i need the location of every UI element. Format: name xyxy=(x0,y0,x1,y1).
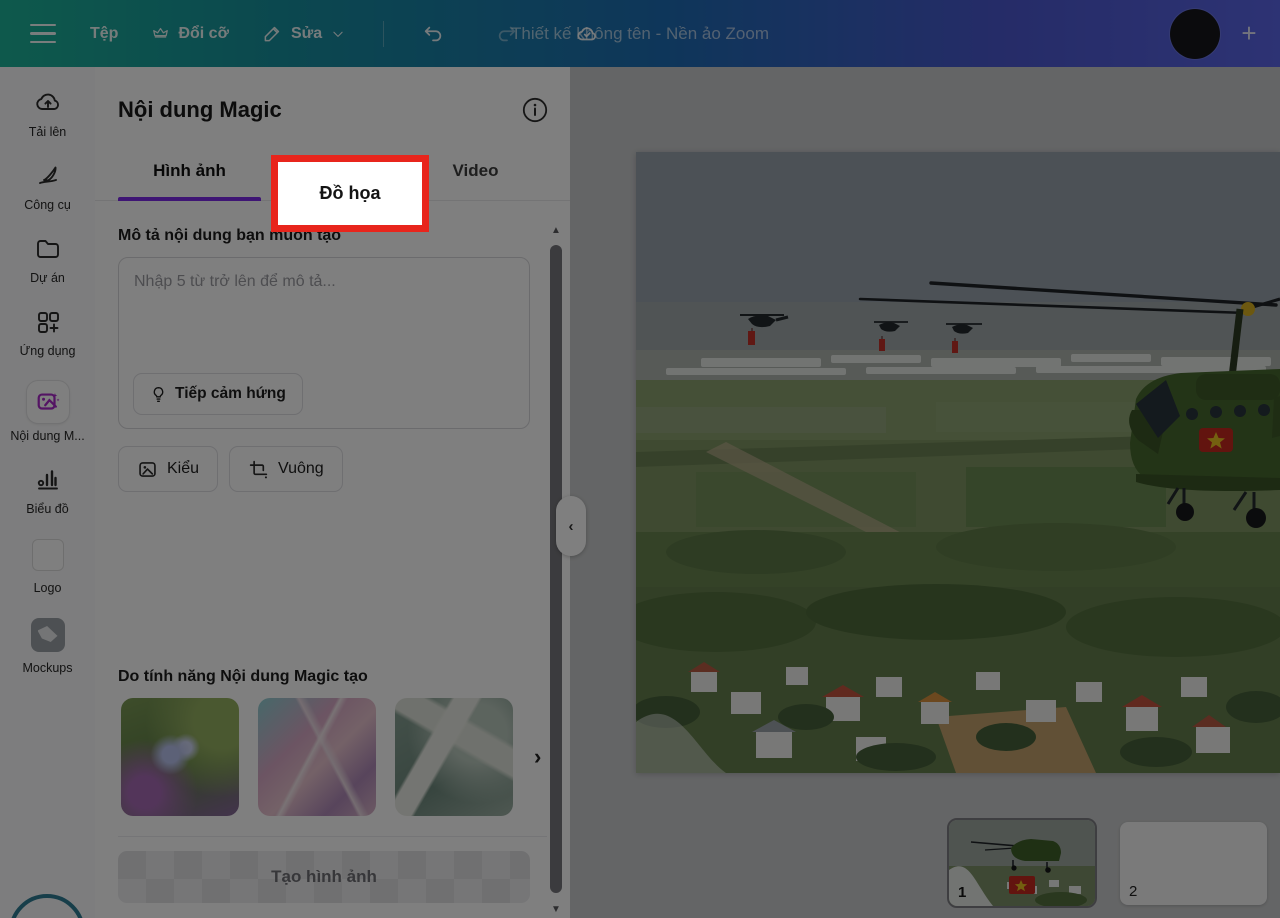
samples-title: Do tính năng Nội dung Magic tạo xyxy=(95,668,570,686)
prompt-textarea[interactable]: Nhập 5 từ trở lên để mô tả... Tiếp cảm h… xyxy=(118,257,530,429)
aspect-ratio-button[interactable]: Vuông xyxy=(229,446,343,492)
sample-image-marble[interactable] xyxy=(395,698,513,816)
scroll-up-icon[interactable]: ▲ xyxy=(550,225,562,236)
style-button[interactable]: Kiểu xyxy=(118,446,218,492)
collapse-chevron-icon: ‹ xyxy=(569,518,574,535)
sidebar-item-uploads[interactable]: Tải lên xyxy=(0,89,95,139)
design-canvas-image[interactable] xyxy=(636,152,1280,773)
undo-button[interactable] xyxy=(422,23,444,45)
app-ring-icon[interactable] xyxy=(9,894,85,918)
helicopter-scene-thumbnail xyxy=(949,820,1095,906)
file-menu-button[interactable]: Tệp xyxy=(90,25,118,43)
sample-image-flower[interactable] xyxy=(121,698,239,816)
generate-image-button[interactable]: Tạo hình ảnh xyxy=(118,851,530,903)
mockups-icon xyxy=(31,618,65,652)
logo-blank-icon xyxy=(32,539,64,571)
highlighted-graphics-tab[interactable]: Đồ họa xyxy=(271,155,429,232)
canva-editor: Tệp Đổi cỡ Sửa xyxy=(0,0,1280,918)
panel-title: Nội dung Magic xyxy=(118,97,282,123)
upload-cloud-icon xyxy=(34,89,62,117)
samples-carousel: › xyxy=(95,698,570,816)
style-label: Kiểu xyxy=(167,460,199,478)
sidebar-item-apps[interactable]: Ứng dụng xyxy=(0,308,95,358)
highlighted-tab-label: Đồ họa xyxy=(320,183,381,204)
resize-label: Đổi cỡ xyxy=(178,25,229,43)
sidebar-item-tools[interactable]: Công cụ xyxy=(0,162,95,212)
aspect-ratio-label: Vuông xyxy=(278,460,324,478)
sidebar: Tải lên Công cụ Dự án Ứng dụng xyxy=(0,67,95,918)
sidebar-label: Dự án xyxy=(30,271,65,285)
sidebar-item-charts[interactable]: Biểu đồ xyxy=(0,466,95,516)
sidebar-label: Nội dung M... xyxy=(10,429,84,443)
panel-collapse-button[interactable]: ‹ xyxy=(556,496,586,556)
edit-menu-button[interactable]: Sửa xyxy=(263,24,345,43)
page-2-thumbnail[interactable]: 2 xyxy=(1120,822,1267,905)
image-style-icon xyxy=(137,459,158,480)
canvas-workspace[interactable]: 1 2 xyxy=(570,67,1280,918)
design-tools-icon xyxy=(34,162,62,190)
prompt-placeholder: Nhập 5 từ trở lên để mô tả... xyxy=(134,273,336,291)
sidebar-label: Tải lên xyxy=(29,125,67,139)
panel-scrollbar: ▲ ▼ xyxy=(548,225,564,915)
apps-grid-icon xyxy=(34,308,62,336)
sidebar-item-magic-media[interactable]: Nội dung M... xyxy=(0,381,95,443)
document-title[interactable]: Thiết kế không tên - Nền ảo Zoom xyxy=(511,0,769,67)
topbar-divider xyxy=(383,21,384,47)
crown-icon xyxy=(152,25,169,42)
sidebar-item-logo[interactable]: Logo xyxy=(0,539,95,595)
info-circle-icon[interactable] xyxy=(522,97,548,123)
file-menu-label: Tệp xyxy=(90,25,118,43)
scroll-down-icon[interactable]: ▼ xyxy=(550,904,562,915)
menu-hamburger-icon[interactable] xyxy=(30,24,56,44)
edit-label: Sửa xyxy=(291,25,322,43)
sidebar-label: Biểu đồ xyxy=(26,502,68,516)
user-avatar[interactable] xyxy=(1170,9,1220,59)
page-number: 2 xyxy=(1129,883,1137,900)
magic-media-icon xyxy=(35,389,61,415)
sidebar-label: Công cụ xyxy=(24,198,71,212)
sample-image-prism[interactable] xyxy=(258,698,376,816)
sidebar-label: Ứng dụng xyxy=(20,344,76,358)
lightbulb-icon xyxy=(150,386,167,403)
carousel-next-icon[interactable]: › xyxy=(534,744,541,770)
inspire-me-button[interactable]: Tiếp cảm hứng xyxy=(133,373,303,415)
sidebar-item-mockups[interactable]: Mockups xyxy=(0,618,95,675)
tab-images[interactable]: Hình ảnh xyxy=(118,149,261,200)
sidebar-label: Logo xyxy=(34,581,62,595)
sidebar-label: Mockups xyxy=(22,661,72,675)
panel-divider xyxy=(118,836,547,837)
crop-square-icon xyxy=(248,459,269,480)
scrollbar-thumb[interactable] xyxy=(550,245,562,893)
topbar: Tệp Đổi cỡ Sửa xyxy=(0,0,1280,67)
page-1-thumbnail[interactable]: 1 xyxy=(947,818,1097,908)
sidebar-item-projects[interactable]: Dự án xyxy=(0,235,95,285)
add-collaborator-button[interactable]: + xyxy=(1232,17,1266,51)
magic-media-active-tile xyxy=(27,381,69,423)
bar-chart-icon xyxy=(34,466,62,494)
pencil-icon xyxy=(263,24,282,43)
resize-button[interactable]: Đổi cỡ xyxy=(152,25,229,43)
page-number: 1 xyxy=(958,884,966,901)
chevron-down-icon xyxy=(331,27,345,41)
folder-icon xyxy=(34,235,62,263)
inspire-me-label: Tiếp cảm hứng xyxy=(175,385,286,403)
